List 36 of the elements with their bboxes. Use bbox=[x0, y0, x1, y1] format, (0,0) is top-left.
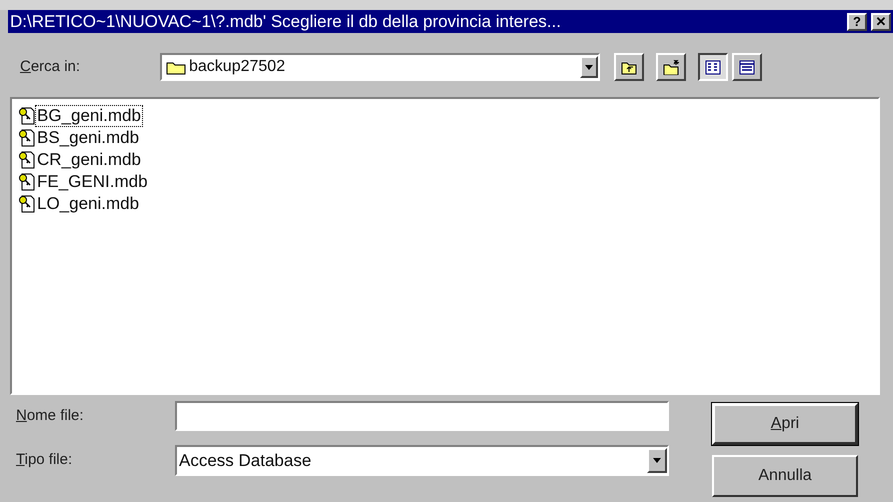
look-in-value: backup27502 bbox=[189, 57, 286, 77]
database-file-icon bbox=[18, 173, 36, 191]
file-name-label: Nome file: bbox=[16, 406, 85, 426]
help-button[interactable]: ? bbox=[847, 12, 867, 30]
database-file-icon bbox=[18, 129, 36, 147]
details-view-icon bbox=[739, 60, 755, 74]
new-folder-icon bbox=[663, 60, 679, 74]
file-type-label: Tipo file: bbox=[16, 450, 74, 470]
caret-icon bbox=[653, 458, 661, 463]
new-folder-button[interactable] bbox=[656, 53, 686, 81]
close-button[interactable]: ✕ bbox=[871, 12, 891, 30]
database-file-icon bbox=[18, 151, 36, 169]
dialog-button[interactable]: Annulla bbox=[712, 455, 858, 497]
file-item[interactable]: FE_GENI.mdb bbox=[36, 172, 149, 192]
up-folder-button[interactable] bbox=[614, 53, 644, 81]
file-item[interactable]: BS_geni.mdb bbox=[36, 128, 140, 148]
database-file-icon bbox=[18, 195, 36, 213]
window-title: D:\RETICO~1\NUOVAC~1\?.mdb' Scegliere il db della provincia interes... bbox=[10, 10, 562, 33]
dialog-button[interactable]: Apri bbox=[712, 403, 858, 445]
file-type-value: Access Database bbox=[179, 450, 312, 472]
look-in-dropdown[interactable]: backup27502 bbox=[160, 53, 600, 81]
dropdown-button[interactable] bbox=[647, 448, 667, 473]
database-file-icon bbox=[18, 107, 36, 125]
list-view-button[interactable] bbox=[698, 53, 728, 81]
file-item[interactable]: CR_geni.mdb bbox=[36, 150, 142, 170]
dropdown-button[interactable] bbox=[580, 56, 598, 78]
file-item[interactable]: LO_geni.mdb bbox=[36, 194, 140, 214]
up-folder-icon bbox=[621, 60, 637, 74]
folder-icon bbox=[166, 60, 186, 74]
details-view-button[interactable] bbox=[732, 53, 762, 81]
look-in-label: Cerca in: bbox=[20, 56, 82, 77]
list-view-icon bbox=[705, 60, 721, 74]
file-name-field[interactable] bbox=[175, 401, 669, 431]
file-type-dropdown[interactable]: Access Database bbox=[175, 445, 669, 476]
file-item[interactable]: BG_geni.mdb bbox=[36, 106, 142, 126]
caret-icon bbox=[585, 64, 593, 70]
